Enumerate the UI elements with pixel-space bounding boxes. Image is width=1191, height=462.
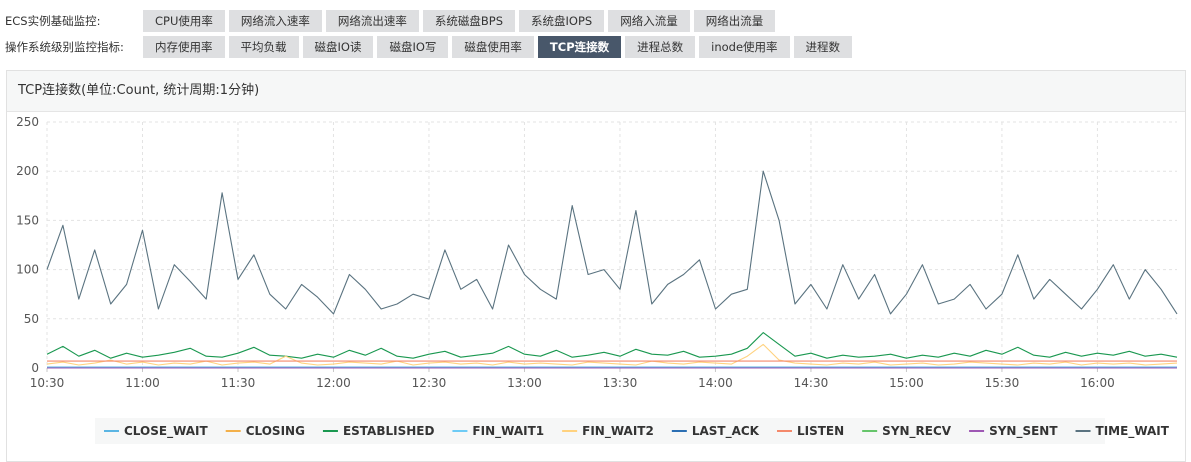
x-tick-label: 16:00 <box>1080 376 1115 390</box>
x-tick-label: 11:30 <box>221 376 256 390</box>
tab-tcp-connections[interactable]: TCP连接数 <box>537 36 622 58</box>
legend-label: CLOSING <box>246 424 305 438</box>
y-tick-label: 50 <box>24 312 39 326</box>
x-tick-label: 15:00 <box>889 376 924 390</box>
legend-label: LAST_ACK <box>692 424 760 439</box>
legend-label: FIN_WAIT2 <box>582 424 654 439</box>
tab-memory-usage[interactable]: 内存使用率 <box>143 36 225 58</box>
x-tick-label: 11:00 <box>125 376 160 390</box>
tab-inode-usage[interactable]: inode使用率 <box>699 36 790 58</box>
x-tick-label: 14:00 <box>698 376 733 390</box>
series-line-time-wait <box>46 170 1178 315</box>
legend-layer: CLOSE_WAIT CLOSING ESTABLISHED FIN_WAIT1 FIN… <box>95 418 1170 444</box>
tab-disk-io-read[interactable]: 磁盘IO读 <box>302 36 374 58</box>
os-metrics-label: 操作系统级别监控指标: <box>5 40 124 54</box>
legend-label: CLOSE_WAIT <box>124 424 209 439</box>
x-tick-label: 13:30 <box>603 376 638 390</box>
grid-layer <box>46 121 1177 369</box>
x-tick-label: 14:30 <box>794 376 829 390</box>
tab-load-average[interactable]: 平均负载 <box>228 36 299 58</box>
tab-network-out-traffic[interactable]: 网络出流量 <box>693 10 776 32</box>
chart-title: TCP连接数(单位:Count, 统计周期:1分钟) <box>7 71 1185 112</box>
legend-label: TIME_WAIT <box>1096 424 1170 439</box>
legend-label: LISTEN <box>797 424 844 438</box>
y-tick-label: 250 <box>16 115 39 129</box>
y-tick-label: 150 <box>16 213 39 227</box>
x-tick-label: 15:30 <box>985 376 1020 390</box>
axis-layer: 0 50 100 150 200 250 10:30 11:00 11:30 12:00 12:30… <box>16 115 1115 390</box>
tab-network-in-rate[interactable]: 网络流入速率 <box>228 10 322 32</box>
os-metric-tab-row: 操作系统级别监控指标: 内存使用率 平均负载 磁盘IO读 磁盘IO写 磁盘使用率… <box>0 35 856 59</box>
y-tick-label: 200 <box>16 164 39 178</box>
tab-system-disk-bps[interactable]: 系统磁盘BPS <box>422 10 516 32</box>
legend-label: FIN_WAIT1 <box>472 424 544 439</box>
x-tick-label: 10:30 <box>30 376 65 390</box>
ecs-metric-tab-row: ECS实例基础监控: CPU使用率 网络流入速率 网络流出速率 系统磁盘BPS … <box>0 9 779 33</box>
tab-cpu-usage[interactable]: CPU使用率 <box>143 10 225 32</box>
tcp-connections-chart: 0 50 100 150 200 250 10:30 11:00 11:30 12:00 12:30… <box>16 115 1178 444</box>
ecs-metrics-label: ECS实例基础监控: <box>5 14 101 28</box>
tab-network-out-rate[interactable]: 网络流出速率 <box>325 10 419 32</box>
x-tick-label: 12:00 <box>316 376 351 390</box>
y-tick-label: 100 <box>16 263 39 277</box>
legend-label: SYN_SENT <box>989 424 1058 439</box>
tab-network-in-traffic[interactable]: 网络入流量 <box>608 10 690 32</box>
tab-disk-io-write[interactable]: 磁盘IO写 <box>377 36 449 58</box>
legend-label: SYN_RECV <box>882 424 952 439</box>
series-line-established <box>46 332 1178 359</box>
x-tick-label: 12:30 <box>412 376 447 390</box>
legend-label: ESTABLISHED <box>343 424 435 438</box>
tab-disk-usage[interactable]: 磁盘使用率 <box>452 36 534 58</box>
tab-system-disk-iops[interactable]: 系统盘IOPS <box>519 10 605 32</box>
chart-panel: TCP连接数(单位:Count, 统计周期:1分钟) 0 50 100 150 200 2… <box>6 70 1186 462</box>
tab-process-count[interactable]: 进程数 <box>793 36 853 58</box>
y-tick-label: 0 <box>31 361 39 375</box>
x-tick-label: 13:00 <box>507 376 542 390</box>
tab-total-processes[interactable]: 进程总数 <box>625 36 696 58</box>
